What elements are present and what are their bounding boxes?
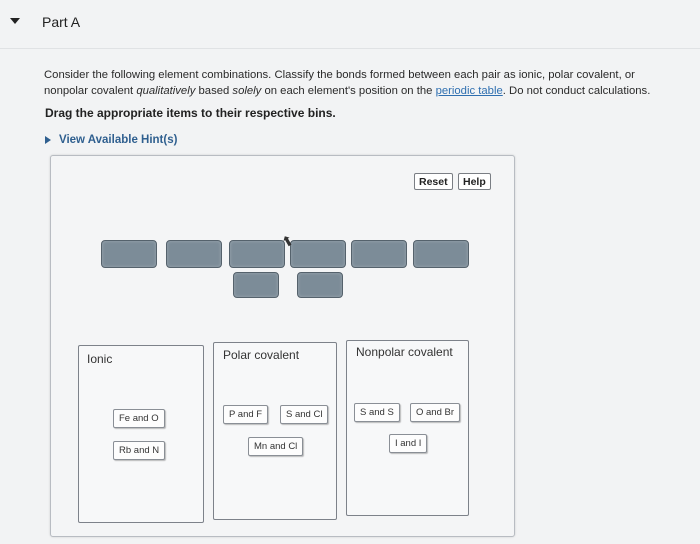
question-line-2: nonpolar covalent qualitatively based so… [44,83,684,99]
empty-item-slot [229,240,285,268]
empty-item-slot [233,272,279,298]
bin-polar-covalent-label: Polar covalent [223,348,300,362]
chip-o-and-br[interactable]: O and Br [410,403,461,422]
qualitatively-emphasis: qualitatively [136,85,196,97]
help-button[interactable]: Help [458,173,491,190]
chip-fe-and-o[interactable]: Fe and O [113,409,165,428]
bin-polar-covalent[interactable] [213,342,337,520]
question-text: Consider the following element combinati… [44,67,684,99]
question-text-fragment: on each element's position on the [261,85,436,97]
empty-item-slot [101,240,157,268]
chip-s-and-cl[interactable]: S and Cl [280,405,329,424]
solely-emphasis: solely [232,85,262,97]
collapse-caret-icon[interactable] [10,18,20,24]
view-hints-toggle[interactable]: View Available Hint(s) [45,134,177,146]
chip-i-and-i[interactable]: I and I [389,434,428,453]
expand-caret-icon [45,135,51,144]
bin-ionic[interactable] [78,345,204,523]
reset-button[interactable]: Reset [414,173,453,190]
hint-label: View Available Hint(s) [59,134,178,146]
header-divider [0,48,700,49]
bin-ionic-label: Ionic [87,352,113,366]
chip-p-and-f[interactable]: P and F [223,405,269,424]
chip-rb-and-n[interactable]: Rb and N [113,441,166,460]
question-text-fragment: based [195,85,233,97]
part-title[interactable]: Part A [42,14,80,30]
empty-item-slot [297,272,343,298]
empty-item-slot [290,240,346,268]
drag-instruction: Drag the appropriate items to their resp… [45,106,336,120]
question-line-1: Consider the following element combinati… [44,69,635,81]
empty-item-slot [351,240,407,268]
chip-mn-and-cl[interactable]: Mn and Cl [248,437,304,456]
question-text-fragment: nonpolar covalent [44,85,137,97]
bin-nonpolar-covalent[interactable] [346,340,469,516]
chip-s-and-s[interactable]: S and S [354,403,400,422]
empty-item-slot [166,240,222,268]
empty-item-slot [413,240,469,268]
question-text-fragment: . Do not conduct calculations. [502,85,651,97]
periodic-table-link[interactable]: periodic table [436,85,503,97]
bin-nonpolar-covalent-label: Nonpolar covalent [356,345,453,359]
